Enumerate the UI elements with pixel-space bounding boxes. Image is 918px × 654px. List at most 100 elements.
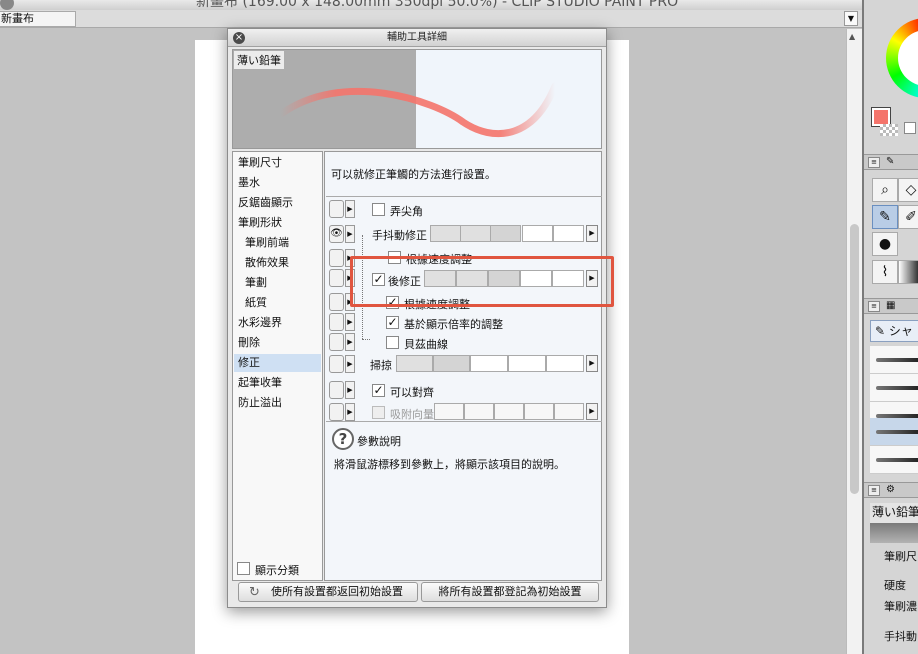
- sharp-corners-label: 弄尖角: [390, 205, 423, 218]
- eye-toggle[interactable]: [329, 403, 344, 421]
- sweep-slider-seg[interactable]: [470, 355, 508, 372]
- expand-icon[interactable]: ▶: [345, 200, 355, 218]
- fill-tool-icon[interactable]: ●: [872, 232, 898, 256]
- category-correction[interactable]: 修正: [234, 354, 321, 372]
- dialog-title: 輔助工具詳細: [387, 32, 447, 43]
- scroll-up-icon[interactable]: ▲: [849, 32, 855, 41]
- post-zoom-checkbox[interactable]: ✓: [386, 316, 399, 329]
- sub-tool-group-tab[interactable]: ✎ シャ: [870, 320, 918, 342]
- prop-brush-density: 筆刷濃: [884, 600, 917, 613]
- show-categories-checkbox[interactable]: [237, 562, 250, 575]
- snap-vector-slider-seg[interactable]: [464, 403, 494, 420]
- sweep-slider-seg[interactable]: [508, 355, 546, 372]
- snap-vector-slider-seg[interactable]: [524, 403, 554, 420]
- sub-tool-item[interactable]: [870, 446, 918, 474]
- sub-tool-group-label: シャ: [888, 324, 913, 338]
- sweep-arrow-icon[interactable]: ▶: [586, 355, 598, 372]
- eyedropper-tool-icon[interactable]: ⌇: [872, 260, 898, 284]
- register-all-button[interactable]: 將所有設置都登記為初始設置: [421, 582, 599, 602]
- snap-vector-checkbox[interactable]: [372, 406, 385, 419]
- settings-description: 可以就修正筆觸的方法進行設置。: [331, 168, 496, 181]
- tab-dropdown-icon[interactable]: ▼: [844, 11, 858, 26]
- pen-tool-icon[interactable]: ✎: [872, 205, 898, 229]
- category-spray-effect[interactable]: 散佈效果: [234, 254, 321, 272]
- category-brush-size[interactable]: 筆刷尺寸: [234, 154, 321, 172]
- sweep-slider-seg[interactable]: [433, 355, 470, 372]
- settings-gear-icon[interactable]: ⚙: [886, 484, 895, 495]
- expand-icon[interactable]: ▶: [345, 225, 355, 243]
- eye-toggle[interactable]: [329, 200, 344, 218]
- window-title-bar: 新畫布 (169.00 x 148.00mm 350dpi 50.0%) - C…: [0, 0, 862, 10]
- expand-icon[interactable]: ▶: [345, 403, 355, 421]
- snap-checkbox[interactable]: ✓: [372, 384, 385, 397]
- category-ink[interactable]: 墨水: [234, 174, 321, 192]
- zoom-tool-icon[interactable]: ⌕: [872, 178, 898, 202]
- snap-vector-slider-seg[interactable]: [434, 403, 464, 420]
- sub-tool-item[interactable]: [870, 374, 918, 402]
- eye-toggle[interactable]: [329, 269, 344, 287]
- category-prevent-overflow[interactable]: 防止溢出: [234, 394, 321, 412]
- sweep-slider-seg[interactable]: [396, 355, 433, 372]
- snap-vector-slider-seg[interactable]: [494, 403, 524, 420]
- tab-new-canvas[interactable]: 新畫布: [0, 11, 76, 27]
- gradient-tool-icon[interactable]: [898, 260, 918, 284]
- expand-icon[interactable]: ▶: [345, 333, 355, 351]
- tool-panel-header: ≡ ✎: [864, 154, 918, 170]
- category-watercolor-edge[interactable]: 水彩邊界: [234, 314, 321, 332]
- expand-icon[interactable]: ▶: [345, 381, 355, 399]
- sub-tool-group-icon: ▦: [886, 300, 896, 311]
- right-panel: ≡ ✎ ⌕ ◇ ✎ ✐ ● ⌇ ≡ ▦ ✎ シャ ≡ ⚙ 薄い鉛筆 筆刷尺 硬度…: [862, 0, 918, 654]
- category-stroke[interactable]: 筆劃: [234, 274, 321, 292]
- dialog-close-icon[interactable]: ×: [233, 32, 245, 44]
- stabilization-slider-seg[interactable]: [522, 225, 553, 242]
- expand-icon[interactable]: ▶: [345, 313, 355, 331]
- stabilization-slider-seg[interactable]: [490, 225, 521, 242]
- sweep-slider-seg[interactable]: [546, 355, 584, 372]
- sub-tool-item[interactable]: [870, 346, 918, 374]
- panel-menu-icon[interactable]: ≡: [868, 157, 880, 168]
- category-erase[interactable]: 刪除: [234, 334, 321, 352]
- category-anti-aliasing[interactable]: 反鋸齒顯示: [234, 194, 321, 212]
- sharp-corners-checkbox[interactable]: [372, 203, 385, 216]
- property-menu-icon[interactable]: ≡: [868, 485, 880, 496]
- snap-vector-arrow-icon[interactable]: ▶: [586, 403, 598, 420]
- snap-vector-label: 吸附向量: [390, 408, 434, 421]
- stabilization-slider-seg[interactable]: [553, 225, 584, 242]
- stabilization-slider-seg[interactable]: [430, 225, 461, 242]
- scrollbar-thumb[interactable]: [850, 224, 859, 494]
- category-brush-shape[interactable]: 筆刷形狀: [234, 214, 321, 232]
- reset-all-button[interactable]: ↻ 使所有設置都返回初始設置: [238, 582, 418, 602]
- eye-toggle-active[interactable]: 👁: [329, 225, 344, 243]
- color-wheel[interactable]: [886, 18, 918, 98]
- canvas-tab-bar: 新畫布 ▼: [0, 10, 862, 28]
- window-close-icon[interactable]: [0, 0, 14, 10]
- settings-rows: ▶ 弄尖角 👁 ▶ 手抖動修正 ▶ ▶ 根據速度調整 ▶ ✓ 後修正 ▶ ▶ ✓…: [326, 196, 602, 422]
- brush-tool-icon[interactable]: ✐: [898, 205, 918, 229]
- tool-property-name: 薄い鉛筆: [870, 503, 918, 523]
- bezier-checkbox[interactable]: [386, 336, 399, 349]
- eye-toggle[interactable]: [329, 381, 344, 399]
- sub-tool-item-selected[interactable]: [870, 418, 918, 446]
- expand-icon[interactable]: ▶: [345, 355, 355, 373]
- sub-color-swatch[interactable]: [904, 122, 916, 134]
- object-tool-icon[interactable]: ◇: [898, 178, 918, 202]
- stabilization-arrow-icon[interactable]: ▶: [586, 225, 598, 242]
- stabilization-slider-seg[interactable]: [460, 225, 491, 242]
- transparent-color-swatch[interactable]: [880, 124, 898, 136]
- prop-brush-size: 筆刷尺: [884, 550, 917, 563]
- dialog-title-bar[interactable]: × 輔助工具詳細: [228, 29, 606, 47]
- tool-property-preview: [870, 523, 918, 543]
- eye-toggle[interactable]: [329, 293, 344, 311]
- snap-vector-slider-seg[interactable]: [554, 403, 584, 420]
- sub-panel-menu-icon[interactable]: ≡: [868, 301, 880, 312]
- preview-stroke: [277, 82, 559, 138]
- reset-icon: ↻: [249, 585, 260, 600]
- eye-toggle[interactable]: [329, 333, 344, 351]
- eye-toggle[interactable]: [329, 313, 344, 331]
- category-starting-ending[interactable]: 起筆收筆: [234, 374, 321, 392]
- eye-toggle[interactable]: [329, 249, 344, 267]
- category-brush-tip[interactable]: 筆刷前端: [234, 234, 321, 252]
- category-texture[interactable]: 紙質: [234, 294, 321, 312]
- canvas-vertical-scrollbar[interactable]: ▲: [846, 29, 862, 654]
- eye-toggle[interactable]: [329, 355, 344, 373]
